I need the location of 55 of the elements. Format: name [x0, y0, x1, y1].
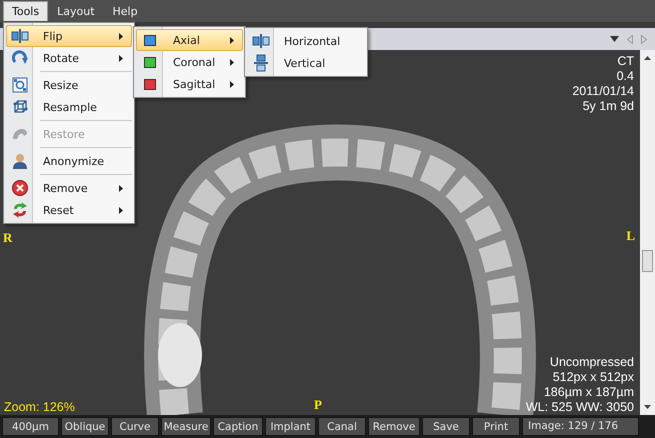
scroll-up-icon[interactable] — [644, 56, 651, 60]
close-circle-icon — [12, 180, 28, 196]
scroll-down-icon[interactable] — [644, 405, 651, 409]
scan-info-text: Uncompressed — [550, 355, 634, 370]
scan-info-text: 2011/01/14 — [572, 84, 634, 99]
scroll-right-icon[interactable] — [641, 34, 647, 44]
toolbar-button[interactable]: Save — [422, 417, 470, 436]
menu-item[interactable]: Resample — [6, 96, 132, 118]
toolbar-button[interactable]: Implant — [265, 417, 316, 436]
scan-info-text: 5y 1m 9d — [582, 99, 634, 114]
scan-info-text: 512px x 512px — [552, 370, 634, 385]
person-icon — [13, 153, 27, 169]
menu-item[interactable]: Coronal — [136, 51, 243, 73]
toolbar-button[interactable]: Print — [472, 417, 520, 436]
scan-info-text: 186µm x 187µm — [544, 385, 634, 400]
toolbar-button[interactable]: Measure — [161, 417, 211, 436]
orientation-marker: L — [626, 228, 635, 244]
zoom-text: Zoom: 126% — [4, 400, 75, 414]
orientation-marker: R — [3, 230, 12, 246]
menu-item[interactable]: Flip — [6, 25, 132, 47]
menu-item[interactable]: Sagittal — [136, 73, 243, 95]
image-counter: Image: 129 / 176 — [522, 417, 639, 436]
scan-info-text: WL: 525 WW: 3050 — [526, 400, 634, 415]
flip-icon — [11, 28, 29, 44]
toolbar-button[interactable]: 400µm — [2, 417, 59, 436]
toolbar-button[interactable]: Caption — [213, 417, 263, 436]
dropdown-icon[interactable] — [610, 36, 619, 42]
menu-bar-item[interactable]: Layout — [48, 0, 104, 22]
menu-item[interactable]: Remove — [6, 177, 132, 199]
scrollbar[interactable] — [640, 50, 655, 415]
scroll-left-icon[interactable] — [627, 34, 633, 44]
toolbar-button[interactable]: Canal — [318, 417, 366, 436]
flip-vertical-icon — [253, 54, 269, 72]
rotate-arrow-icon — [12, 50, 28, 66]
reset-arrows-icon — [12, 202, 28, 218]
menu-item[interactable]: Axial — [136, 29, 243, 51]
menu-item[interactable]: Horizontal — [247, 30, 365, 52]
toolbar-button[interactable]: Curve — [111, 417, 159, 436]
cube-icon — [12, 99, 28, 115]
scrollbar-thumb[interactable] — [642, 250, 653, 272]
toolbar-button[interactable]: Oblique — [61, 417, 109, 436]
menu-bar-item[interactable]: Tools — [3, 1, 48, 21]
menu-bar-item[interactable]: Help — [104, 0, 147, 22]
menu-item[interactable]: Vertical — [247, 52, 365, 74]
menu-item[interactable]: Resize — [6, 74, 132, 96]
resize-icon — [12, 77, 28, 93]
restore-icon — [12, 128, 28, 140]
menu-item[interactable]: Reset — [6, 199, 132, 221]
menu-item[interactable]: Anonymize — [6, 150, 132, 172]
flip-horizontal-icon — [252, 33, 270, 49]
orientation-marker: P — [314, 397, 322, 413]
menu-item[interactable]: Rotate — [6, 47, 132, 69]
scan-info-text: CT — [617, 54, 634, 69]
scan-info-text: 0.4 — [616, 69, 634, 84]
toolbar-button[interactable]: Remove — [368, 417, 420, 436]
